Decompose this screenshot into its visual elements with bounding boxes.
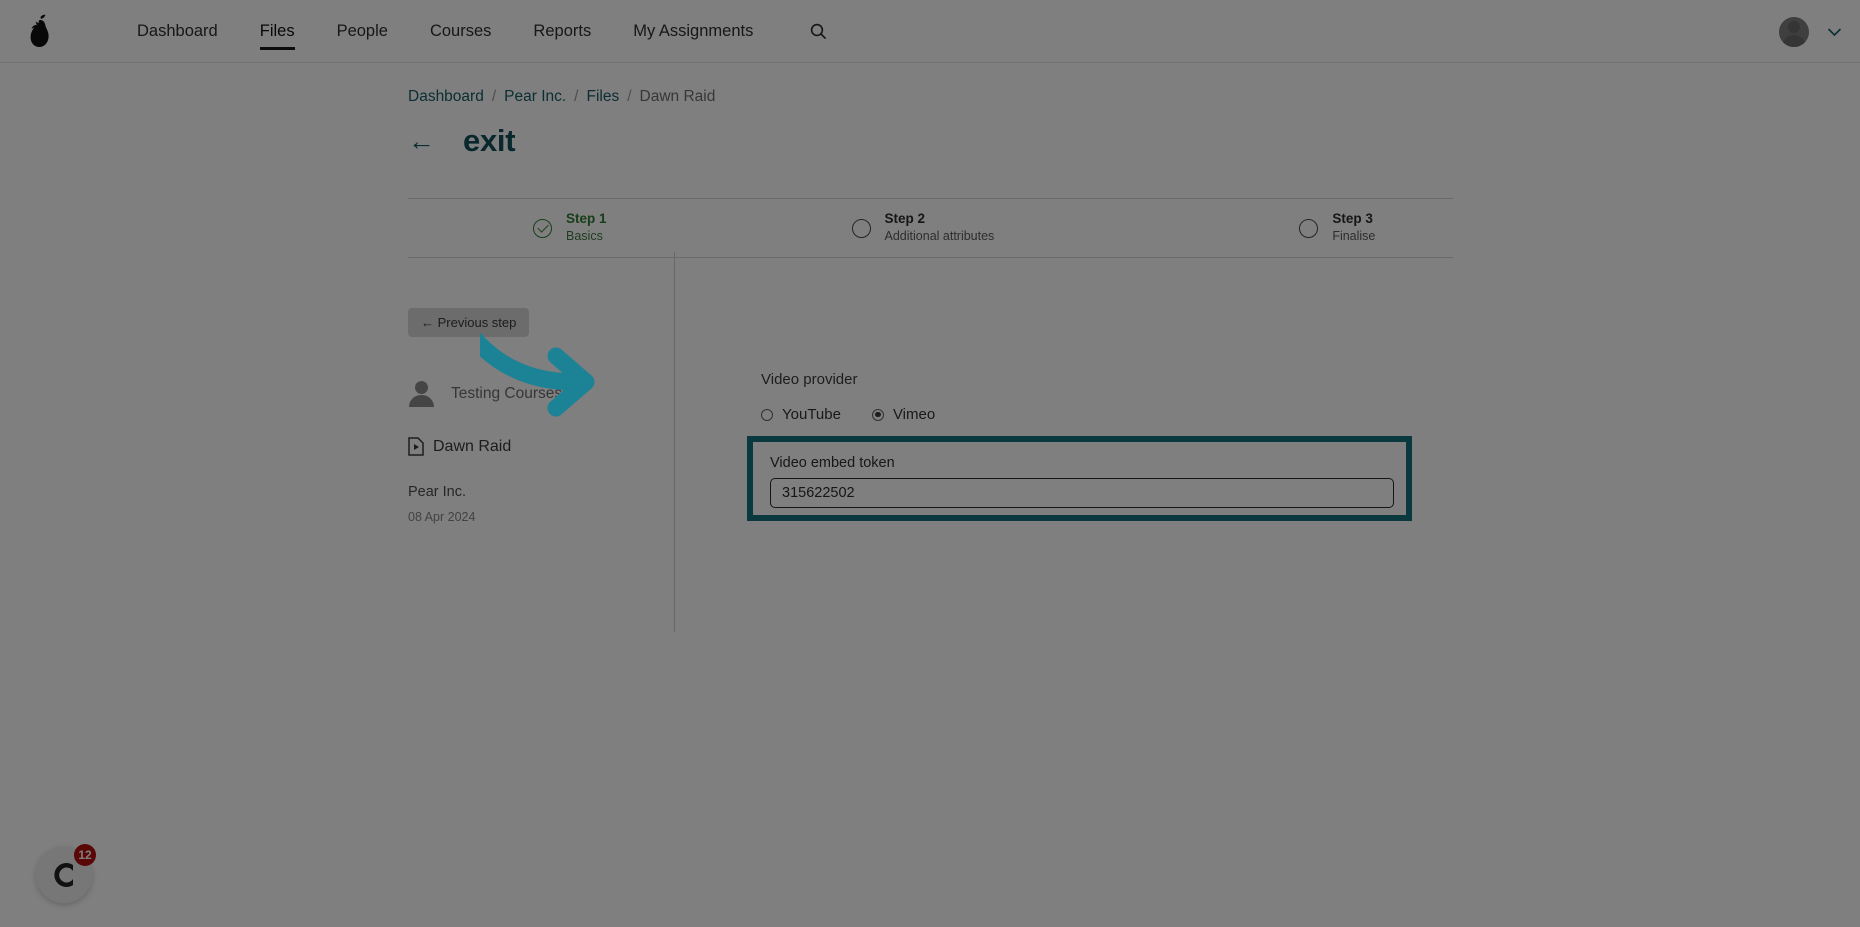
video-provider-label: Video provider	[761, 371, 858, 388]
search-button[interactable]	[810, 23, 827, 40]
back-arrow-icon[interactable]: ←	[408, 127, 435, 155]
stepper-step-1[interactable]: Step 1 Basics	[533, 211, 607, 244]
search-icon	[811, 23, 827, 39]
stepper-step-2-text: Step 2 Additional attributes	[885, 211, 995, 244]
breadcrumb-item-pear-inc[interactable]: Pear Inc.	[504, 88, 566, 106]
file-owner: Testing Courses	[408, 381, 658, 407]
radio-vimeo-label[interactable]: Vimeo	[893, 406, 935, 423]
file-name: Dawn Raid	[433, 437, 512, 455]
radio-youtube[interactable]	[761, 408, 773, 421]
breadcrumb-item-dashboard[interactable]: Dashboard	[408, 88, 484, 106]
previous-step-button[interactable]: ← Previous step	[408, 308, 530, 337]
nav-item-people[interactable]: People	[316, 0, 409, 63]
chat-widget-icon	[54, 863, 73, 887]
chat-widget-button[interactable]: 12	[36, 844, 96, 903]
pear-logo-icon	[30, 14, 49, 47]
file-summary-panel: ← Previous step Testing Courses Dawn Rai…	[408, 308, 658, 524]
avatar-body	[1782, 34, 1806, 47]
stepper-step-2-number: Step 2	[884, 211, 926, 227]
video-settings-form: Video provider YouTube Vimeo	[761, 371, 1441, 423]
breadcrumb-item-current: Dawn Raid	[639, 88, 716, 105]
video-embed-token-highlight: Video embed token	[747, 436, 1412, 521]
stepper-step-3-text: Step 3 Finalise	[1332, 211, 1375, 244]
user-avatar-icon	[408, 381, 434, 407]
avatar[interactable]	[1779, 16, 1809, 47]
nav-item-reports[interactable]: Reports	[512, 0, 612, 63]
page-header: ← exit	[408, 123, 516, 159]
breadcrumb-separator: /	[627, 88, 632, 105]
chevron-down-icon[interactable]	[1827, 27, 1842, 37]
nav-user-area	[1779, 0, 1842, 63]
video-provider-radio-group: YouTube Vimeo	[761, 406, 1441, 423]
stepper-step-2-name: Additional attributes	[884, 229, 995, 244]
check-circle-icon	[533, 218, 552, 238]
nav-item-my-assignments[interactable]: My Assignments	[612, 0, 774, 63]
empty-circle-icon	[1299, 218, 1319, 238]
stepper-step-1-text: Step 1 Basics	[566, 211, 607, 244]
breadcrumb-separator: /	[491, 88, 497, 105]
radio-youtube-label[interactable]: YouTube	[782, 406, 841, 423]
app-page: Dashboard Files People Courses Reports M…	[0, 0, 1860, 927]
stepper-step-3-name: Finalise	[1332, 229, 1376, 244]
stepper-step-2[interactable]: Step 2 Additional attributes	[851, 211, 995, 244]
file-organisation: Pear Inc.	[408, 484, 467, 500]
app-logo[interactable]	[10, 14, 70, 48]
breadcrumb-item-files[interactable]: Files	[586, 88, 619, 106]
wizard-stepper: Step 1 Basics Step 2 Additional attribut…	[408, 198, 1453, 258]
video-embed-token-label: Video embed token	[770, 455, 895, 471]
stepper-step-1-name: Basics	[566, 229, 603, 244]
top-navigation-bar: Dashboard Files People Courses Reports M…	[0, 0, 1860, 63]
file-date: 08 Apr 2024	[408, 510, 476, 524]
file-owner-name: Testing Courses	[451, 385, 563, 402]
file-title-row: Dawn Raid	[408, 437, 658, 456]
nav-item-dashboard[interactable]: Dashboard	[116, 0, 239, 63]
breadcrumb-separator: /	[574, 88, 579, 105]
empty-circle-icon	[851, 218, 871, 238]
breadcrumb: Dashboard / Pear Inc. / Files / Dawn Rai…	[408, 88, 715, 106]
main-nav-links: Dashboard Files People Courses Reports M…	[116, 0, 827, 63]
radio-vimeo[interactable]	[871, 408, 884, 421]
stepper-step-3[interactable]: Step 3 Finalise	[1299, 211, 1375, 244]
stepper-step-1-number: Step 1	[566, 211, 607, 227]
page-title: exit	[463, 123, 516, 158]
video-embed-token-input[interactable]	[770, 478, 1394, 508]
avatar-head	[1788, 20, 1800, 33]
nav-item-courses[interactable]: Courses	[409, 0, 512, 63]
avatar-head	[414, 381, 428, 394]
nav-item-files[interactable]: Files	[239, 0, 316, 63]
video-file-icon	[408, 437, 424, 456]
chat-unread-badge: 12	[74, 844, 96, 866]
avatar-body	[408, 395, 434, 407]
stepper-step-3-number: Step 3	[1332, 211, 1373, 227]
pane-divider	[674, 252, 675, 632]
